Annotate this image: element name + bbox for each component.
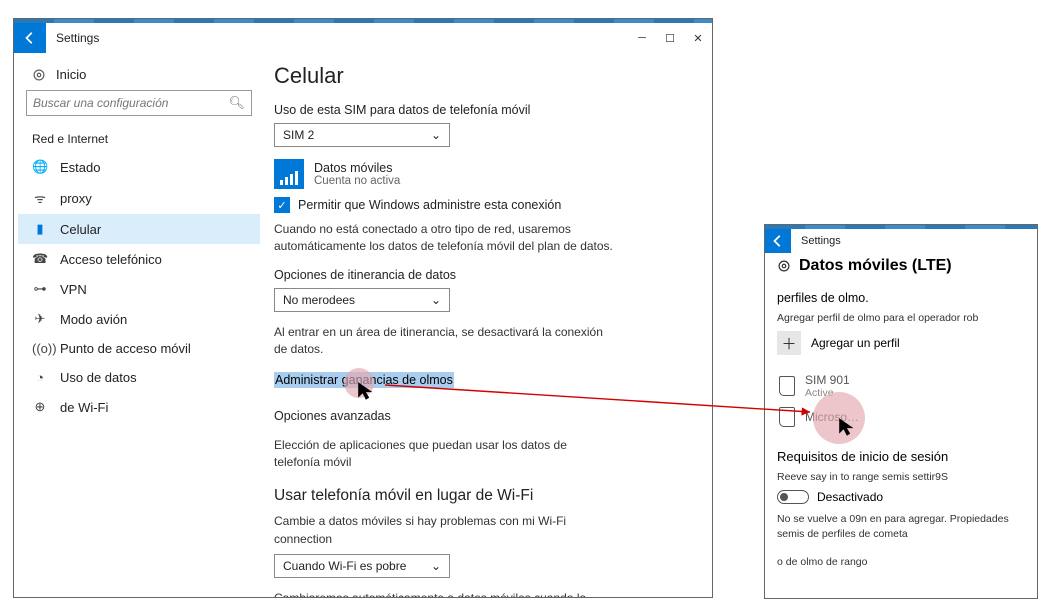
- signin-hint: Reeve say in to range semis settir9S: [777, 470, 1025, 484]
- minimize-button[interactable]: ─: [628, 23, 656, 53]
- chevron-down-icon: ⌄: [431, 293, 441, 307]
- settings-sub-window: Settings Datos móviles (LTE) perfiles de…: [764, 224, 1038, 599]
- signin-toggle[interactable]: Desactivado: [777, 490, 1025, 504]
- nav-icon: ▮: [32, 221, 48, 237]
- sidebar: Inicio 🔍︎ Red e Internet 🌐 Estado ᯤ proxy ▮ C…: [14, 53, 264, 597]
- nav-label: proxy: [60, 191, 92, 206]
- add-profile-label: Agregar un perfil: [811, 336, 900, 350]
- allow-windows-row[interactable]: ✓ Permitir que Windows administre esta c…: [274, 197, 694, 213]
- sidebar-item-celular[interactable]: ▮ Celular: [18, 214, 260, 244]
- nav-label: Modo avión: [60, 312, 127, 327]
- sim-icon: [779, 376, 795, 396]
- sidebar-item-acceso-telefónico[interactable]: ☎ Acceso telefónico: [18, 244, 260, 274]
- chevron-down-icon: ⌄: [431, 559, 441, 573]
- tile-title: Datos móviles: [314, 161, 400, 175]
- search-icon: 🔍︎: [222, 95, 251, 111]
- home-item[interactable]: Inicio: [18, 63, 260, 90]
- wifi-heading: Usar telefonía móvil en lugar de Wi-Fi: [274, 487, 694, 505]
- roaming-select[interactable]: No merodees ⌄: [274, 288, 450, 312]
- maximize-button[interactable]: ☐: [656, 23, 684, 53]
- profiles-label: perfiles de olmo.: [777, 291, 1025, 305]
- nav-icon: ✈: [32, 311, 48, 327]
- sidebar-item-punto-de-acceso-móvil[interactable]: ((o)) Punto de acceso móvil: [18, 334, 260, 363]
- sim-profile-2[interactable]: Microso…: [777, 403, 1025, 431]
- nav-label: de Wi-Fi: [60, 400, 108, 415]
- home-label: Inicio: [56, 67, 86, 82]
- wifi-select-value: Cuando Wi-Fi es pobre: [283, 559, 406, 573]
- back-button[interactable]: [765, 229, 791, 253]
- add-hint: Agregar perfil de olmo para el operador …: [777, 311, 1025, 325]
- nav-label: Punto de acceso móvil: [60, 341, 191, 356]
- search-input[interactable]: [27, 96, 222, 110]
- sidebar-item-modo-avión[interactable]: ✈ Modo avión: [18, 304, 260, 334]
- window-title: Settings: [46, 31, 628, 45]
- roaming-select-value: No merodees: [283, 293, 355, 307]
- close-button[interactable]: ✕: [684, 23, 712, 53]
- sidebar-item-proxy[interactable]: ᯤ proxy: [18, 182, 260, 214]
- nav-icon: ⊶: [32, 281, 48, 297]
- titlebar: Settings ─ ☐ ✕: [14, 23, 712, 53]
- nav-icon: ᯤ: [32, 189, 48, 207]
- settings-main-window: Settings ─ ☐ ✕ Inicio 🔍︎ Red e Internet …: [13, 18, 713, 598]
- nav-icon: ◔: [32, 370, 48, 385]
- wifi-expl: Cambiaremos automáticamente a datos móvi…: [274, 590, 614, 597]
- sim-profile-1[interactable]: SIM 901 Active: [777, 369, 1025, 403]
- signin-expl: No se vuelve a 09n en para agregar. Prop…: [777, 512, 1025, 540]
- wifi-sub: Cambie a datos móviles si hay problemas …: [274, 513, 614, 548]
- nav-group-header: Red e Internet: [18, 130, 260, 152]
- sidebar-item-uso-de-datos[interactable]: ◔ Uso de datos: [18, 363, 260, 392]
- sim-select-value: SIM 2: [283, 128, 314, 142]
- nav-icon: 🌐: [32, 159, 48, 175]
- nav-label: Estado: [60, 160, 100, 175]
- signin-heading: Requisitos de inicio de sesión: [777, 449, 1025, 464]
- allow-windows-expl: Cuando no está conectado a otro tipo de …: [274, 221, 614, 256]
- nav-label: Uso de datos: [60, 370, 137, 385]
- content-pane: Celular Uso de esta SIM para datos de te…: [264, 53, 712, 597]
- toggle-icon: [777, 490, 809, 504]
- gear-icon: [777, 259, 791, 273]
- sim-icon: [779, 407, 795, 427]
- checkbox-icon: ✓: [274, 197, 290, 213]
- sim-name-2: Microso…: [805, 410, 859, 424]
- plus-icon: ＋: [777, 331, 801, 355]
- window-title: Settings: [791, 235, 1037, 247]
- sim-usage-label: Uso de esta SIM para datos de telefonía …: [274, 103, 694, 117]
- sub-heading-text: Datos móviles (LTE): [799, 257, 952, 275]
- toggle-label: Desactivado: [817, 490, 883, 504]
- sim-status: Active: [805, 387, 850, 399]
- sim-select[interactable]: SIM 2 ⌄: [274, 123, 450, 147]
- sub-heading: Datos móviles (LTE): [777, 257, 1025, 275]
- range-text: o de olmo de rango: [777, 555, 1025, 569]
- back-button[interactable]: [14, 23, 46, 53]
- nav-label: Celular: [60, 222, 101, 237]
- manage-profiles-text: Administrar ganancias de olmos: [274, 372, 454, 388]
- nav-label: VPN: [60, 282, 87, 297]
- add-profile-button[interactable]: ＋ Agregar un perfil: [777, 331, 1025, 355]
- nav-icon: ((o)): [32, 341, 48, 356]
- sim-name: SIM 901: [805, 373, 850, 387]
- nav-label: Acceso telefónico: [60, 252, 162, 267]
- tile-sub: Cuenta no activa: [314, 175, 400, 187]
- nav-icon: ☎: [32, 251, 48, 267]
- search-box[interactable]: 🔍︎: [26, 90, 252, 116]
- signal-icon: [274, 159, 304, 189]
- manage-profiles-link[interactable]: Administrar ganancias de olmos: [274, 373, 454, 387]
- allow-windows-label: Permitir que Windows administre esta con…: [298, 198, 561, 212]
- sidebar-item-estado[interactable]: 🌐 Estado: [18, 152, 260, 182]
- nav-icon: ⊕: [32, 399, 48, 415]
- apps-choice-text: Elección de aplicaciones que puedan usar…: [274, 437, 614, 472]
- data-tile[interactable]: Datos móviles Cuenta no activa: [274, 159, 694, 189]
- wifi-select[interactable]: Cuando Wi-Fi es pobre ⌄: [274, 554, 450, 578]
- chevron-down-icon: ⌄: [431, 128, 441, 142]
- sidebar-item-de-wi-fi[interactable]: ⊕ de Wi-Fi: [18, 392, 260, 422]
- page-title: Celular: [274, 63, 694, 89]
- gear-icon: [32, 68, 46, 82]
- roaming-label: Opciones de itinerancia de datos: [274, 268, 694, 282]
- roaming-expl: Al entrar en un área de itinerancia, se …: [274, 324, 614, 359]
- nav-list: 🌐 Estado ᯤ proxy ▮ Celular ☎ Acceso telefónico ⊶…: [18, 152, 260, 422]
- advanced-options-link[interactable]: Opciones avanzadas: [274, 409, 391, 423]
- sidebar-item-vpn[interactable]: ⊶ VPN: [18, 274, 260, 304]
